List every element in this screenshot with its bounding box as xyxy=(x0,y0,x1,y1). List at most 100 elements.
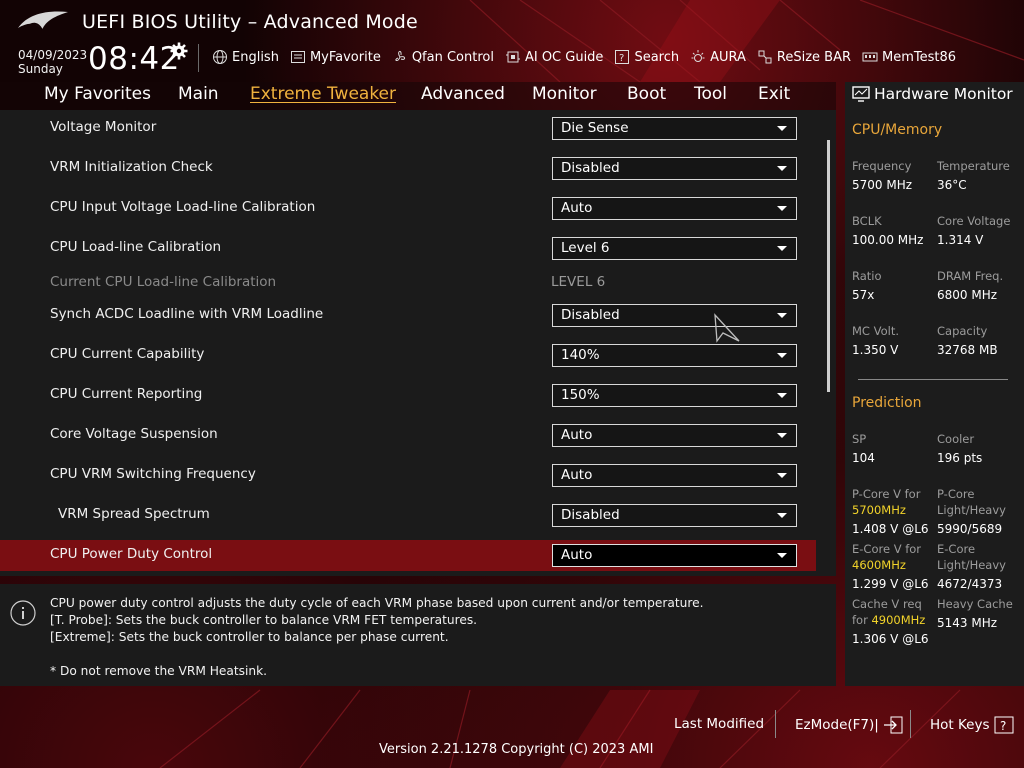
cpu-current-capability-dropdown[interactable]: 140% xyxy=(552,344,797,367)
chevron-down-icon xyxy=(777,513,787,518)
myfavorite-label: MyFavorite xyxy=(309,49,381,65)
hw-value: 6800 MHz xyxy=(937,288,998,302)
current-llc-value: LEVEL 6 xyxy=(551,274,606,290)
hw-label: SP xyxy=(852,432,867,446)
help-text-line: [Extreme]: Sets the buck controller to b… xyxy=(50,630,449,644)
chevron-down-icon xyxy=(777,246,787,251)
footer-divider xyxy=(910,710,911,738)
svg-text:?: ? xyxy=(1000,719,1006,733)
ezmode-button[interactable]: EzMode(F7)| xyxy=(795,716,903,734)
version-text: Version 2.21.1278 Copyright (C) 2023 AMI xyxy=(379,742,654,757)
cpu-current-reporting-dropdown[interactable]: 150% xyxy=(552,384,797,407)
tab-my-favorites[interactable]: My Favorites xyxy=(44,84,151,104)
info-icon xyxy=(10,600,36,626)
hw-label: Heavy Cache xyxy=(937,597,1013,611)
ai-oc-guide-label: AI OC Guide xyxy=(524,49,604,65)
search-button[interactable]: ? Search xyxy=(614,47,679,67)
svg-text:?: ? xyxy=(619,53,624,64)
resize-bar-label: ReSize BAR xyxy=(776,49,852,65)
memtest86-button[interactable]: MemTest86 xyxy=(862,47,956,67)
setting-label: Current CPU Load-line Calibration xyxy=(50,274,277,290)
tab-main[interactable]: Main xyxy=(178,84,219,104)
hw-value: 5990/5689 xyxy=(937,522,1003,536)
settings-scrollbar[interactable] xyxy=(827,140,830,392)
hw-label: P-Core V for xyxy=(852,487,921,501)
hw-value: 1.350 V xyxy=(852,343,899,357)
ai-oc-guide-button[interactable]: AI OC Guide xyxy=(505,47,603,67)
dropdown-value: Disabled xyxy=(561,507,620,523)
gear-icon[interactable] xyxy=(170,42,188,60)
help-text-line: [T. Probe]: Sets the buck controller to … xyxy=(50,613,478,627)
hw-label: Light/Heavy xyxy=(937,558,1006,572)
dropdown-value: Disabled xyxy=(561,160,620,176)
cpu-input-llc-dropdown[interactable]: Auto xyxy=(552,197,797,220)
hardware-monitor-label: Hardware Monitor xyxy=(874,85,1013,103)
vrm-switching-frequency-dropdown[interactable]: Auto xyxy=(552,464,797,487)
hw-divider xyxy=(858,379,1008,380)
voltage-monitor-dropdown[interactable]: Die Sense xyxy=(552,117,797,140)
mouse-cursor-icon xyxy=(714,313,740,343)
setting-label: CPU Current Reporting xyxy=(50,386,203,402)
hw-value: 4672/4373 xyxy=(937,577,1003,591)
chevron-down-icon xyxy=(777,126,787,131)
tab-tool[interactable]: Tool xyxy=(694,84,727,104)
hw-value: 32768 MB xyxy=(937,343,998,357)
tab-advanced[interactable]: Advanced xyxy=(421,84,505,104)
search-label: Search xyxy=(634,49,680,65)
last-modified-button[interactable]: Last Modified xyxy=(674,716,764,732)
globe-icon xyxy=(213,50,227,64)
setting-label: CPU Power Duty Control xyxy=(50,546,213,562)
toolbar: English MyFavorite Qfan Control AI OC Gu… xyxy=(212,47,956,67)
setting-label: CPU VRM Switching Frequency xyxy=(50,466,256,482)
aura-button[interactable]: AURA xyxy=(690,47,746,67)
prediction-heading: Prediction xyxy=(852,395,922,411)
qfan-control-button[interactable]: Qfan Control xyxy=(392,47,494,67)
hw-value: 57x xyxy=(852,288,875,302)
cpu-power-duty-dropdown[interactable]: Auto xyxy=(552,544,797,567)
hot-keys-button[interactable]: Hot Keys ? xyxy=(930,716,1014,734)
hw-label: Temperature xyxy=(937,159,1010,173)
ezmode-label: EzMode(F7)| xyxy=(795,717,879,733)
dropdown-value: Auto xyxy=(561,200,593,216)
hw-label: E-Core V for xyxy=(852,542,922,556)
synch-acdc-dropdown[interactable]: Disabled xyxy=(552,304,797,327)
vrm-init-check-dropdown[interactable]: Disabled xyxy=(552,157,797,180)
tab-boot[interactable]: Boot xyxy=(627,84,666,104)
hw-value: 100.00 MHz xyxy=(852,233,924,247)
cpu-llc-dropdown[interactable]: Level 6 xyxy=(552,237,797,260)
hw-label: Capacity xyxy=(937,324,988,338)
hw-value: 1.314 V xyxy=(937,233,984,247)
favorite-list-icon xyxy=(290,51,305,63)
hw-label: Core Voltage xyxy=(937,214,1011,228)
tab-monitor[interactable]: Monitor xyxy=(532,84,597,104)
hw-label: P-Core xyxy=(937,487,975,501)
hw-label: MC Volt. xyxy=(852,324,899,338)
hw-label-for: for xyxy=(852,613,868,627)
dropdown-value: 140% xyxy=(561,347,600,363)
setting-label: CPU Current Capability xyxy=(50,346,205,362)
dropdown-value: Auto xyxy=(561,547,593,563)
myfavorite-button[interactable]: MyFavorite xyxy=(290,47,381,67)
date-display: 04/09/2023 Sunday xyxy=(18,48,87,76)
dropdown-value: 150% xyxy=(561,387,600,403)
setting-label: VRM Spread Spectrum xyxy=(58,506,210,522)
memory-icon xyxy=(862,52,878,62)
language-button[interactable]: English xyxy=(212,47,279,67)
rog-logo xyxy=(18,11,68,31)
aura-light-icon xyxy=(691,50,705,62)
hw-label: for 4900MHz xyxy=(852,612,925,628)
hw-label: Cache V req xyxy=(852,597,922,611)
core-voltage-suspension-dropdown[interactable]: Auto xyxy=(552,424,797,447)
hw-freq-highlight: 5700MHz xyxy=(852,503,906,517)
vrm-spread-spectrum-dropdown[interactable]: Disabled xyxy=(552,504,797,527)
chevron-down-icon xyxy=(777,313,787,318)
hw-value: 1.306 V @L6 xyxy=(852,632,929,646)
tab-exit[interactable]: Exit xyxy=(758,84,790,104)
exit-arrow-icon xyxy=(883,716,903,734)
tab-extreme-tweaker[interactable]: Extreme Tweaker xyxy=(250,84,396,104)
search-box-icon: ? xyxy=(615,50,630,64)
footer-divider xyxy=(775,710,776,738)
hw-freq-highlight: 4600MHz xyxy=(852,558,906,572)
resize-bar-button[interactable]: ReSize BAR xyxy=(757,47,851,67)
dropdown-value: Die Sense xyxy=(561,120,629,136)
